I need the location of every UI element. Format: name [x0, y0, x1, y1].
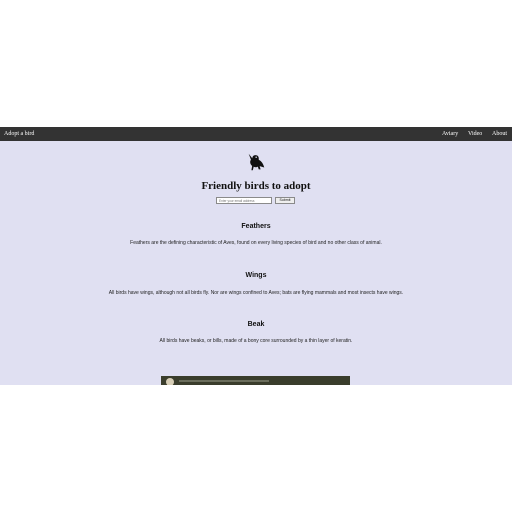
section-text-feathers: Feathers are the defining characteristic… — [130, 240, 382, 246]
section-heading-beak: Beak — [247, 321, 265, 328]
submit-button[interactable]: Submit — [275, 197, 295, 204]
nav-link-video[interactable]: Video — [468, 131, 482, 137]
page-viewport: Adopt a bird Aviary Video About Friendly… — [0, 127, 512, 385]
brand-link[interactable]: Adopt a bird — [4, 131, 34, 137]
bird-icon — [248, 153, 265, 171]
email-field[interactable] — [216, 197, 272, 204]
section-heading-wings: Wings — [245, 272, 267, 279]
nav-link-aviary[interactable]: Aviary — [442, 131, 458, 137]
video-player[interactable] — [161, 376, 350, 385]
section-text-wings: All birds have wings, although not all b… — [108, 290, 404, 296]
channel-avatar[interactable] — [166, 378, 174, 385]
section-heading-feathers: Feathers — [241, 223, 271, 230]
navbar: Adopt a bird Aviary Video About — [0, 127, 512, 141]
nav-link-about[interactable]: About — [492, 131, 507, 137]
video-title-placeholder[interactable] — [179, 380, 269, 382]
section-text-beak: All birds have beaks, or bills, made of … — [159, 338, 353, 344]
page-title: Friendly birds to adopt — [201, 180, 311, 192]
